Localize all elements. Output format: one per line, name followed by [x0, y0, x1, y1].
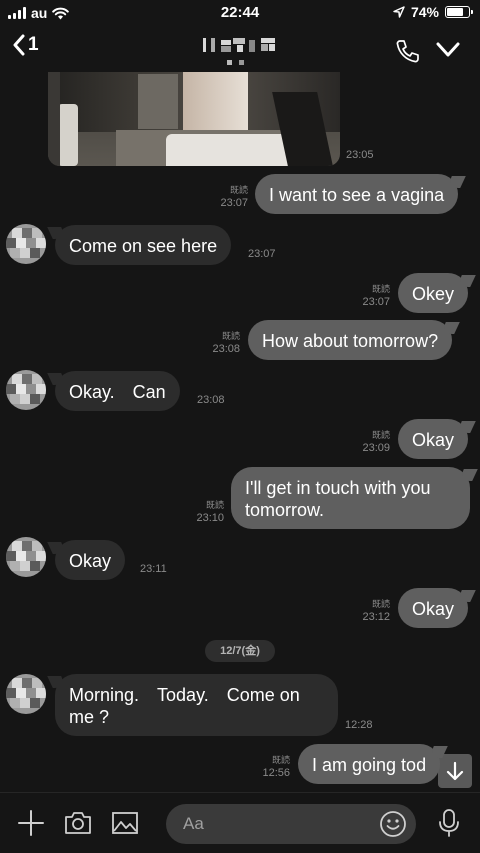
location-arrow-icon — [393, 6, 405, 18]
chat-area[interactable]: 23:05 既読 23:07 I want to see a vagina Co… — [0, 72, 480, 792]
message-bubble-incoming[interactable]: Okay. Can — [55, 371, 180, 411]
message-bubble-outgoing[interactable]: How about tomorrow? — [248, 320, 453, 360]
message-input-placeholder: Aa — [183, 814, 204, 833]
camera-icon[interactable] — [63, 808, 93, 838]
contact-avatar[interactable] — [6, 370, 46, 410]
message-bubble-incoming[interactable]: Come on see here — [55, 225, 232, 265]
chat-header: 1 — [0, 26, 480, 72]
message-time: 12:28 — [345, 719, 373, 731]
unread-count: 1 — [28, 34, 39, 55]
battery-percent: 74% — [410, 4, 439, 20]
back-button[interactable]: 1 — [12, 34, 39, 56]
message-time: 23:10 — [196, 512, 224, 524]
read-receipt: 既読 — [371, 430, 390, 440]
microphone-icon[interactable] — [434, 808, 464, 838]
arrow-down-icon — [446, 761, 464, 781]
message-time: 23:12 — [362, 611, 390, 623]
message-bubble-outgoing[interactable]: Okay — [398, 419, 469, 459]
read-receipt: 既読 — [271, 755, 290, 765]
message-meta: 既読 23:07 — [212, 184, 248, 210]
message-meta: 既読 23:10 — [188, 499, 224, 525]
message-meta: 既読 23:08 — [204, 330, 240, 356]
message-bubble-outgoing[interactable]: Okey — [398, 273, 469, 313]
contact-avatar[interactable] — [6, 674, 46, 714]
message-time: 23:11 — [140, 563, 167, 575]
message-input[interactable]: Aa — [166, 804, 416, 844]
message-time: 23:07 — [248, 248, 276, 260]
photo-message[interactable] — [48, 72, 340, 166]
read-receipt: 既読 — [371, 284, 390, 294]
message-time: 23:08 — [212, 343, 240, 355]
status-bar: au 22:44 74% — [0, 0, 480, 26]
message-bubble-incoming[interactable]: Okay — [55, 540, 126, 580]
message-time: 12:56 — [262, 767, 290, 779]
message-bubble-outgoing[interactable]: I want to see a vagina — [255, 174, 459, 214]
plus-icon[interactable] — [16, 808, 46, 838]
message-time: 23:07 — [362, 296, 390, 308]
chat-title-pixelated[interactable] — [195, 34, 290, 66]
date-separator: 12/7(金) — [205, 640, 275, 662]
emoji-icon[interactable] — [378, 809, 408, 839]
message-time: 23:05 — [346, 149, 374, 161]
message-meta: 既読 23:09 — [354, 429, 390, 455]
message-time: 23:08 — [197, 394, 225, 406]
read-receipt: 既読 — [205, 500, 224, 510]
message-meta: 既読 12:56 — [254, 754, 290, 780]
image-icon[interactable] — [110, 808, 140, 838]
read-receipt: 既読 — [221, 331, 240, 341]
message-bubble-incoming[interactable]: Morning. Today. Come on me ? — [55, 674, 338, 736]
message-bubble-outgoing[interactable]: Okay — [398, 588, 469, 628]
read-receipt: 既読 — [371, 599, 390, 609]
message-time: 23:09 — [362, 442, 390, 454]
message-meta: 既読 23:12 — [354, 598, 390, 624]
phone-icon[interactable] — [394, 38, 420, 64]
message-bubble-outgoing[interactable]: I am going tod — [298, 744, 441, 784]
chevron-left-icon — [13, 34, 25, 56]
read-receipt: 既読 — [229, 185, 248, 195]
battery-icon — [445, 6, 473, 18]
message-meta: 既読 23:07 — [354, 283, 390, 309]
chevron-down-icon[interactable] — [435, 39, 461, 61]
status-right: 74% — [393, 4, 473, 20]
message-input-bar: Aa — [0, 792, 480, 853]
message-time: 23:07 — [220, 197, 248, 209]
battery-fill — [447, 8, 463, 16]
scroll-to-bottom-button[interactable] — [438, 754, 472, 788]
contact-avatar[interactable] — [6, 537, 46, 577]
contact-avatar[interactable] — [6, 224, 46, 264]
message-bubble-outgoing[interactable]: I'll get in touch with you tomorrow. — [231, 467, 470, 529]
